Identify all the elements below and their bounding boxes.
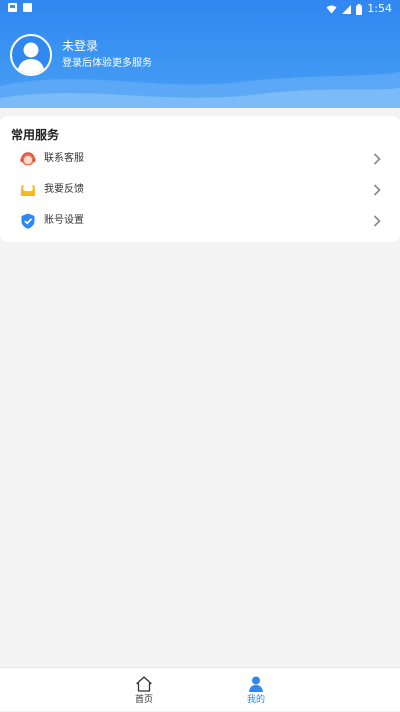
service-item-account-settings[interactable]: 账号设置 xyxy=(0,206,400,236)
service-item-label: 联系客服 xyxy=(44,153,84,164)
nav-tab-mine[interactable]: 我的 xyxy=(216,668,296,712)
bottom-navigation: 首页 我的 xyxy=(0,667,400,711)
chevron-right-icon xyxy=(373,153,381,165)
login-status-title[interactable]: 未登录 xyxy=(62,39,98,54)
signal-icon xyxy=(342,4,352,14)
service-item-label: 我要反馈 xyxy=(44,184,84,195)
profile-header: 1:54 未登录 登录后体验更多服务 xyxy=(0,0,400,108)
app-notification-icon xyxy=(23,3,32,12)
notification-icon xyxy=(8,3,17,12)
feedback-mail-icon xyxy=(21,183,35,196)
login-prompt-subtitle: 登录后体验更多服务 xyxy=(62,58,152,69)
services-title: 常用服务 xyxy=(11,128,60,142)
chevron-right-icon xyxy=(373,184,381,196)
nav-tab-label: 我的 xyxy=(246,695,265,705)
nav-tab-label: 首页 xyxy=(134,695,153,705)
default-avatar-icon xyxy=(17,42,45,74)
header-wave-decoration xyxy=(0,72,400,108)
status-bar: 1:54 xyxy=(0,0,400,18)
chevron-right-icon xyxy=(373,215,381,227)
service-item-label: 账号设置 xyxy=(44,215,84,226)
nav-tab-home[interactable]: 首页 xyxy=(104,668,184,712)
status-time: 1:54 xyxy=(367,2,392,15)
shield-check-icon xyxy=(21,213,35,229)
service-item-contact-support[interactable]: 联系客服 xyxy=(0,144,400,174)
home-icon xyxy=(136,676,152,692)
person-icon xyxy=(249,676,263,692)
avatar[interactable] xyxy=(10,34,52,76)
service-item-feedback[interactable]: 我要反馈 xyxy=(0,175,400,205)
wifi-icon xyxy=(326,5,337,13)
services-card: 常用服务 联系客服 我要反馈 账号设置 xyxy=(0,116,400,242)
battery-icon xyxy=(356,3,363,15)
customer-service-icon xyxy=(20,152,36,166)
